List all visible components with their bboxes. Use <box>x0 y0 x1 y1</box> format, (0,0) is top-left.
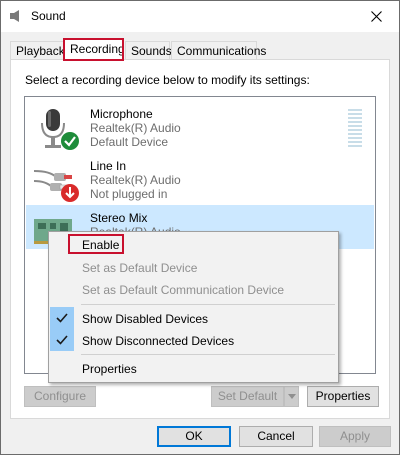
tab-recording[interactable]: Recording <box>63 38 125 61</box>
device-name: Microphone <box>90 107 153 121</box>
menu-item-enable[interactable]: Enable <box>82 238 119 252</box>
apply-button[interactable]: Apply <box>319 426 391 447</box>
menu-item-show-disconnected[interactable]: Show Disconnected Devices <box>82 334 234 348</box>
device-driver: Realtek(R) Audio <box>90 173 181 187</box>
cancel-button[interactable]: Cancel <box>239 426 313 447</box>
device-microphone[interactable]: Microphone Realtek(R) Audio Default Devi… <box>26 101 374 153</box>
device-driver: Realtek(R) Audio <box>90 121 181 135</box>
sound-dialog: Sound Playback Recording Sounds Communic… <box>0 0 400 455</box>
menu-item-set-default[interactable]: Set as Default Device <box>82 261 197 275</box>
device-status: Default Device <box>90 135 169 149</box>
chevron-down-icon <box>287 394 296 399</box>
properties-button[interactable]: Properties <box>307 386 379 407</box>
device-status: Not plugged in <box>90 187 168 201</box>
ok-button[interactable]: OK <box>157 426 231 447</box>
checkmark-icon <box>50 329 74 351</box>
set-default-button[interactable]: Set Default <box>211 386 284 407</box>
device-line-in[interactable]: Line In Realtek(R) Audio Not plugged in <box>26 153 374 205</box>
green-check-icon <box>61 132 79 150</box>
device-name: Stereo Mix <box>90 211 148 225</box>
context-menu: Enable Set as Default Device Set as Defa… <box>48 231 339 383</box>
menu-separator <box>81 304 335 305</box>
close-button[interactable] <box>353 1 399 32</box>
configure-button[interactable]: Configure <box>24 386 96 407</box>
instruction-text: Select a recording device below to modif… <box>25 73 310 87</box>
title-bar: Sound <box>1 1 399 32</box>
device-name: Line In <box>90 159 127 173</box>
menu-item-properties[interactable]: Properties <box>82 362 137 376</box>
menu-separator <box>81 354 335 355</box>
red-down-arrow-icon <box>61 184 79 202</box>
tab-playback[interactable]: Playback <box>10 41 65 59</box>
close-icon <box>370 11 382 22</box>
tab-sounds[interactable]: Sounds <box>125 41 172 59</box>
window-title: Sound <box>31 9 66 23</box>
tab-communications[interactable]: Communications <box>171 41 266 59</box>
menu-item-show-disabled[interactable]: Show Disabled Devices <box>82 312 208 326</box>
speaker-icon <box>10 10 19 22</box>
menu-item-set-default-comm[interactable]: Set as Default Communication Device <box>82 283 284 297</box>
checkmark-icon <box>50 307 74 329</box>
level-meter <box>348 109 362 149</box>
set-default-dropdown[interactable] <box>284 386 299 407</box>
